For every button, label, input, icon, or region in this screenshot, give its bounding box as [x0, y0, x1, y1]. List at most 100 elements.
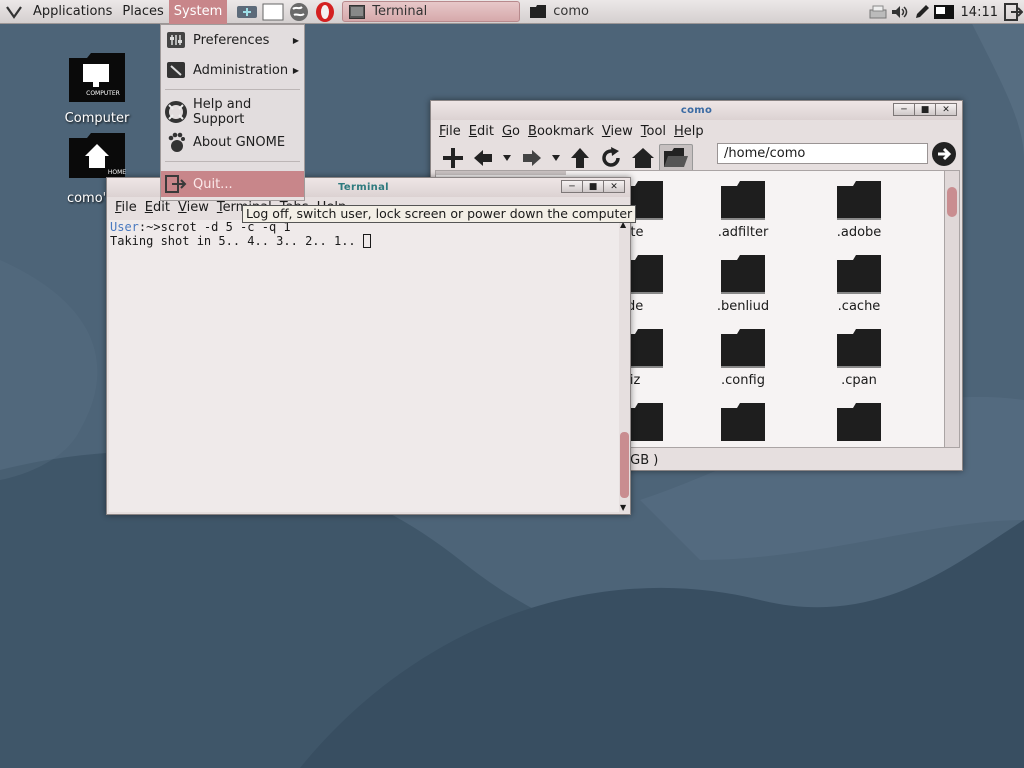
folder-item[interactable]: .adfilter [693, 181, 793, 240]
preferences-icon [167, 32, 185, 48]
maximize-button[interactable]: ■ [582, 180, 604, 193]
folder-name: .adobe [836, 225, 882, 240]
minimize-icon: ─ [901, 104, 907, 115]
prompt-user: User [110, 220, 139, 234]
fm-menu-view[interactable]: View [598, 124, 637, 139]
menu-item-label: Preferences [193, 32, 270, 48]
logout-icon [1004, 3, 1023, 21]
folder-item[interactable] [809, 403, 909, 447]
system-menu[interactable]: System [168, 0, 228, 24]
menu-item-help[interactable]: Help and Support [161, 97, 304, 127]
term-menu-edit[interactable]: Edit [141, 200, 174, 215]
folder-icon [837, 329, 881, 368]
terminal-line-2: Taking shot in 5.. 4.. 3.. 2.. 1.. [110, 234, 618, 248]
close-button[interactable]: ✕ [935, 103, 957, 116]
volume-icon [891, 6, 907, 18]
up-button[interactable] [565, 144, 595, 172]
volume-tray[interactable] [889, 1, 911, 23]
folder-item[interactable]: .cpan [809, 329, 909, 388]
menu-item-quit[interactable]: Quit... [161, 171, 304, 197]
menu-item-about-gnome[interactable]: About GNOME [161, 129, 304, 155]
go-button[interactable] [931, 141, 957, 167]
menu-item-preferences[interactable]: Preferences ▶ [161, 27, 304, 53]
terminal-scrollbar[interactable]: ▲ ▼ [619, 220, 630, 512]
maximize-button[interactable]: ■ [914, 103, 936, 116]
printer-icon [869, 5, 887, 19]
forward-button[interactable] [517, 144, 547, 172]
back-history-button[interactable] [497, 144, 517, 172]
places-menu[interactable]: Places [117, 0, 168, 24]
maximize-icon: ■ [588, 181, 598, 192]
scroll-down-icon[interactable]: ▼ [620, 503, 626, 512]
folder-icon [837, 403, 881, 441]
term-menu-file[interactable]: File [111, 200, 141, 215]
screen-tray[interactable] [933, 1, 955, 23]
folder-item[interactable]: .benliud [693, 255, 793, 314]
help-lifebuoy-icon [165, 101, 187, 123]
panel-clock[interactable]: 14:11 [955, 5, 1002, 20]
plus-icon [443, 148, 463, 168]
folder-icon [837, 255, 881, 294]
logout-tray[interactable] [1002, 1, 1024, 23]
folder-item[interactable] [693, 403, 793, 447]
terminal-window-controls: ─ ■ ✕ [561, 180, 625, 193]
menu-chevron-icon [6, 5, 22, 19]
launcher-blank[interactable] [261, 1, 285, 23]
fm-menu-file[interactable]: File [435, 124, 465, 139]
folder-name: .adfilter [717, 225, 769, 240]
fm-menu-edit[interactable]: Edit [465, 124, 498, 139]
launcher-opera[interactable] [313, 1, 337, 23]
printer-tray[interactable] [867, 1, 889, 23]
fm-menu-go[interactable]: Go [498, 124, 524, 139]
open-folder-button[interactable] [659, 144, 693, 172]
minimize-button[interactable]: ─ [561, 180, 583, 193]
terminal-icon [349, 4, 366, 19]
terminal-output: Taking shot in 5.. 4.. 3.. 2.. 1.. [110, 234, 363, 248]
folder-icon [721, 255, 765, 294]
close-button[interactable]: ✕ [603, 180, 625, 193]
fm-menu-tool[interactable]: Tool [637, 124, 670, 139]
desktop-icon-computer[interactable]: COMPUTER Computer [57, 52, 137, 126]
folder-item[interactable]: .config [693, 329, 793, 388]
logout-icon [165, 175, 187, 193]
back-button[interactable] [469, 144, 497, 172]
scrollbar-thumb[interactable] [947, 187, 957, 217]
terminal-screen[interactable]: User:~>scrot -d 5 -c -q 1 Taking shot in… [109, 220, 619, 512]
fm-menu-help[interactable]: Help [670, 124, 708, 139]
folder-icon [721, 329, 765, 368]
launcher-web[interactable] [287, 1, 311, 23]
close-icon: ✕ [610, 181, 618, 192]
top-panel: Applications Places System Terminal como… [0, 0, 1024, 24]
location-input[interactable]: /home/como [717, 143, 928, 164]
reload-button[interactable] [595, 144, 627, 172]
file-manager-titlebar[interactable]: como ─ ■ ✕ [431, 101, 962, 120]
gnome-foot-icon [168, 132, 185, 152]
minimize-button[interactable]: ─ [893, 103, 915, 116]
main-menu-button[interactable] [0, 0, 28, 24]
folder-item[interactable]: .adobe [809, 181, 909, 240]
folder-icon [721, 181, 765, 220]
home-button[interactable] [627, 144, 659, 172]
scrollbar-thumb[interactable] [620, 432, 629, 498]
folder-name: .config [721, 373, 765, 388]
file-list-scrollbar[interactable] [944, 170, 960, 448]
terminal-window: Terminal ─ ■ ✕ File Edit View Terminal T… [106, 177, 631, 515]
add-panel-icon [237, 5, 258, 18]
folder-icon [721, 403, 765, 441]
taskbar-como[interactable]: como [524, 1, 694, 22]
term-menu-view[interactable]: View [174, 200, 213, 215]
new-tab-button[interactable] [437, 144, 469, 172]
web-browser-icon [290, 2, 309, 21]
system-dropdown-menu: Preferences ▶ Administration ▶ Help and … [160, 24, 305, 201]
pen-tray[interactable] [911, 1, 933, 23]
fm-menu-bookmark[interactable]: Bookmark [524, 124, 598, 139]
launcher-cross[interactable] [235, 1, 259, 23]
menu-item-administration[interactable]: Administration ▶ [161, 57, 304, 83]
applications-menu[interactable]: Applications [28, 0, 117, 24]
menu-separator [165, 89, 300, 90]
forward-history-button[interactable] [547, 144, 565, 172]
folder-item[interactable]: .cache [809, 255, 909, 314]
taskbar-terminal[interactable]: Terminal [342, 1, 521, 22]
menu-item-label: Administration [193, 62, 289, 78]
taskbar-como-label: como [553, 4, 589, 19]
